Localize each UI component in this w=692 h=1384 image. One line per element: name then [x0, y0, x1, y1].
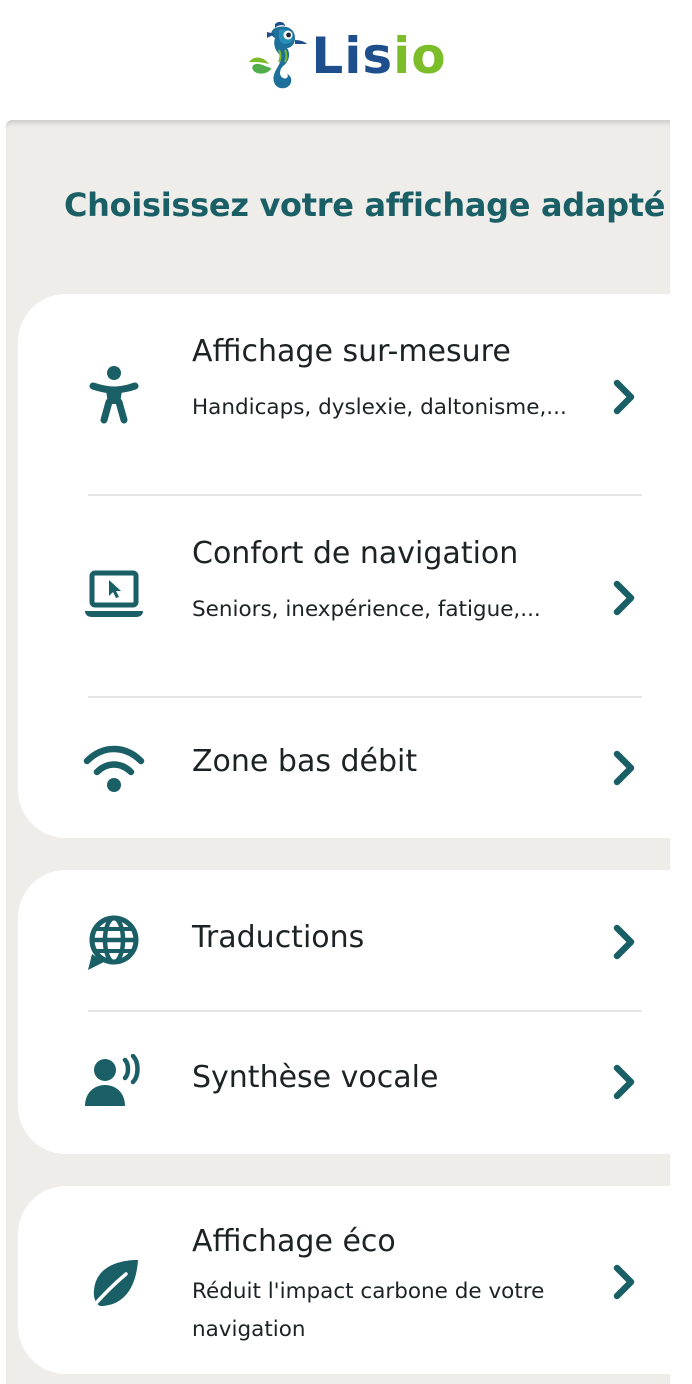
options-card-language: Traductions Synthèse vocale	[18, 870, 692, 1154]
laptop-cursor-icon	[82, 562, 146, 626]
option-affichage-eco[interactable]: Affichage éco Réduit l'impact carbone de…	[18, 1186, 692, 1374]
options-card-eco: Affichage éco Réduit l'impact carbone de…	[18, 1186, 692, 1374]
accessibility-person-icon	[82, 362, 146, 426]
chevron-right-icon	[613, 924, 635, 960]
chevron-right-icon	[613, 379, 635, 415]
seahorse-logo-icon	[249, 21, 308, 89]
accessibility-menu-page: Lisio Choisissez votre affichage adapté …	[0, 0, 692, 1384]
options-card-display: Affichage sur-mesure Handicaps, dyslexie…	[18, 294, 692, 838]
option-affichage-sur-mesure[interactable]: Affichage sur-mesure Handicaps, dyslexie…	[18, 294, 692, 494]
header: Lisio	[0, 0, 692, 128]
option-title: Zone bas débit	[192, 744, 418, 779]
option-title: Affichage sur-mesure	[192, 334, 511, 369]
option-confort-de-navigation[interactable]: Confort de navigation Seniors, inexpérie…	[18, 496, 692, 696]
option-title: Synthèse vocale	[192, 1060, 439, 1095]
lisio-logo[interactable]: Lisio	[245, 20, 446, 92]
chevron-right-icon	[613, 1264, 635, 1300]
lisio-wordmark: Lisio	[311, 31, 446, 81]
leaf-icon	[82, 1252, 146, 1316]
wifi-icon	[82, 736, 146, 800]
option-synthese-vocale[interactable]: Synthèse vocale	[18, 1012, 692, 1154]
chevron-right-icon	[613, 580, 635, 616]
option-title: Affichage éco	[192, 1224, 396, 1259]
option-subtitle: Seniors, inexpérience, fatigue,...	[192, 597, 541, 622]
wordmark-part-2: io	[393, 27, 447, 85]
person-speaking-icon	[82, 1050, 146, 1114]
option-subtitle: Réduit l'impact carbone de votre navigat…	[192, 1279, 545, 1342]
globe-chat-icon	[82, 910, 146, 974]
option-zone-bas-debit[interactable]: Zone bas débit	[18, 698, 692, 838]
option-title: Confort de navigation	[192, 536, 519, 571]
chevron-right-icon	[613, 750, 635, 786]
wordmark-part-1: Lis	[311, 27, 394, 85]
option-subtitle: Handicaps, dyslexie, daltonisme,...	[192, 395, 567, 420]
option-traductions[interactable]: Traductions	[18, 870, 692, 1010]
chevron-right-icon	[613, 1064, 635, 1100]
page-title: Choisissez votre affichage adapté	[64, 186, 666, 224]
option-title: Traductions	[192, 920, 365, 955]
